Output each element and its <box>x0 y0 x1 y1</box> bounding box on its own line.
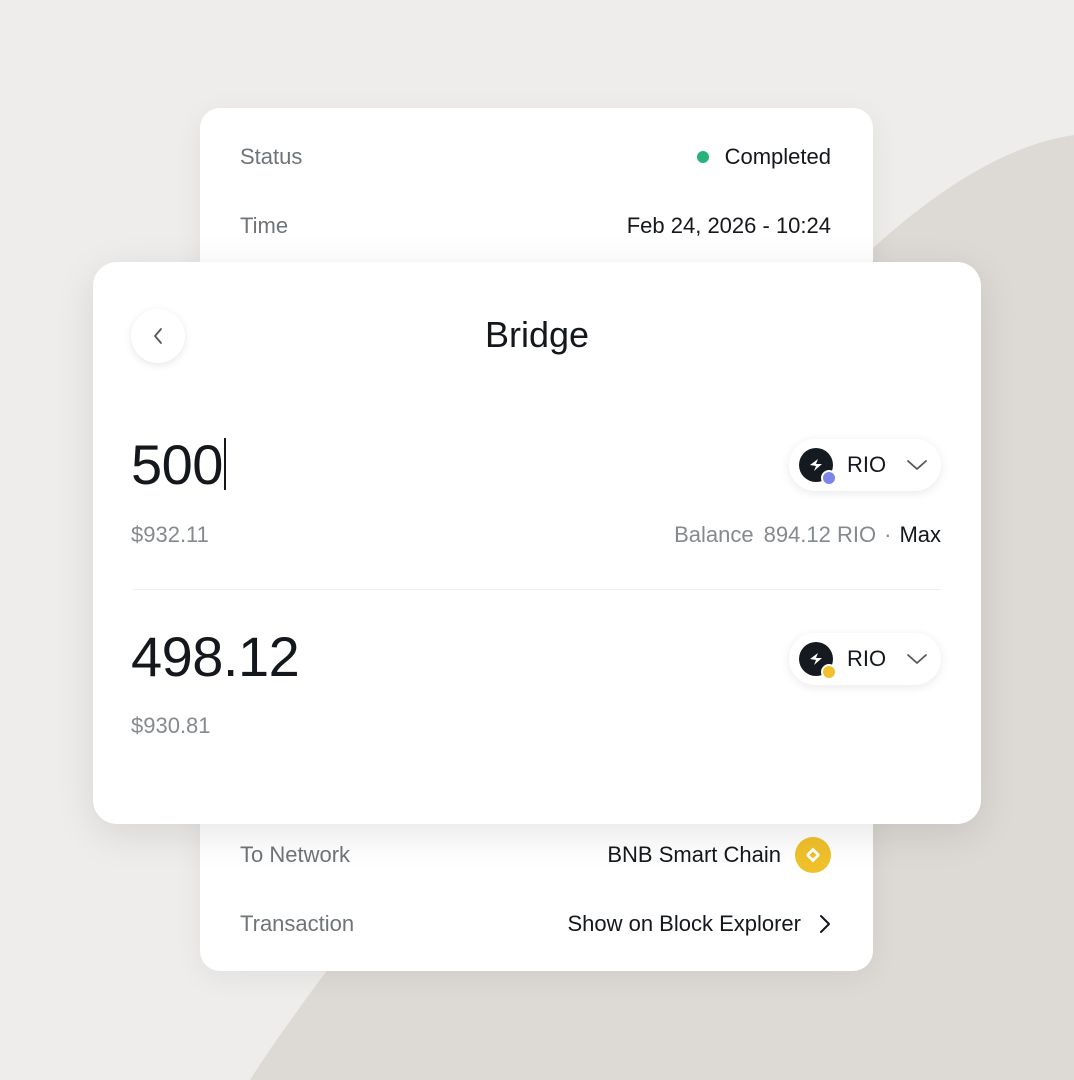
block-explorer-label: Show on Block Explorer <box>567 911 801 936</box>
page-title: Bridge <box>484 314 590 355</box>
ethereum-badge-icon <box>821 470 837 486</box>
balance-separator: · <box>884 522 892 547</box>
chevron-right-icon <box>819 914 831 934</box>
block-explorer-link[interactable]: Show on Block Explorer <box>567 911 831 937</box>
from-amount-input[interactable]: 500 <box>131 432 226 497</box>
balance-label: Balance <box>674 522 754 547</box>
bridge-card: Bridge 500 RIO $932.11 Balance 894.12 RI… <box>93 262 981 824</box>
from-token-selector[interactable]: RIO <box>789 439 941 491</box>
status-value: Completed <box>724 144 831 169</box>
to-usd-value: $930.81 <box>131 713 211 738</box>
from-token-label: RIO <box>847 452 887 477</box>
bnb-icon <box>795 837 831 873</box>
transaction-label: Transaction <box>240 911 355 936</box>
time-value: Feb 24, 2026 - 10:24 <box>626 213 831 238</box>
rio-token-icon <box>799 448 837 486</box>
network-label: To Network <box>240 842 351 867</box>
to-amount-value: 498.12 <box>131 625 300 688</box>
divider <box>133 589 941 590</box>
max-button[interactable]: Max <box>899 522 941 548</box>
chevron-down-icon <box>906 653 928 665</box>
status-row: Status Completed <box>240 137 831 177</box>
rio-token-icon <box>799 642 837 680</box>
network-value: BNB Smart Chain <box>607 842 781 867</box>
to-token-label: RIO <box>847 646 887 671</box>
text-caret <box>223 438 226 490</box>
chevron-down-icon <box>906 459 928 471</box>
status-label: Status <box>240 144 303 169</box>
to-token-selector[interactable]: RIO <box>789 633 941 685</box>
time-label: Time <box>240 213 289 238</box>
from-usd-value: $932.11 <box>131 522 209 547</box>
status-dot-icon <box>696 151 709 163</box>
network-row: To Network BNB Smart Chain <box>240 835 831 875</box>
from-amount-value: 500 <box>131 433 223 496</box>
balance-info: Balance 894.12 RIO · Max <box>674 522 941 548</box>
bnb-badge-icon <box>821 664 837 680</box>
transaction-row: Transaction Show on Block Explorer <box>240 904 831 944</box>
time-row: Time Feb 24, 2026 - 10:24 <box>240 206 831 246</box>
balance-value: 894.12 RIO <box>763 522 877 547</box>
